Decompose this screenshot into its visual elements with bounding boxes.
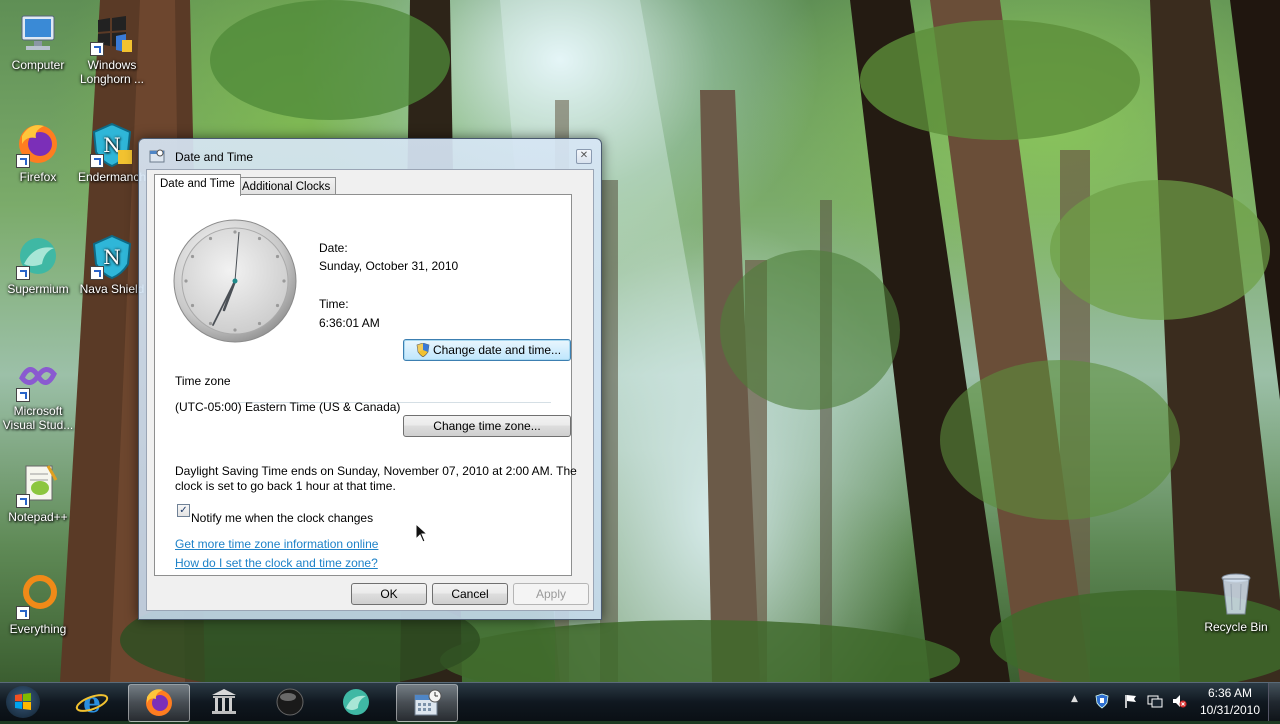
security-shield-icon[interactable] bbox=[1094, 693, 1110, 709]
taskbar-firefox[interactable] bbox=[128, 684, 190, 722]
desktop-icon-label: Supermium bbox=[7, 282, 69, 296]
date-value: Sunday, October 31, 2010 bbox=[319, 259, 459, 273]
desktop-icon-label: Microsoft Visual Stud... bbox=[2, 404, 74, 432]
date-and-time-dialog: Date and Time ✕ Date and Time Additional… bbox=[138, 138, 602, 620]
time-zone-heading: Time zone bbox=[175, 374, 231, 388]
taskbar-media-player[interactable] bbox=[260, 684, 320, 720]
show-hidden-icons-button[interactable]: ▲ bbox=[1071, 694, 1078, 704]
everything-search-icon bbox=[14, 574, 62, 620]
taskbar-libraries[interactable] bbox=[194, 684, 254, 720]
notepad-plus-plus-icon bbox=[14, 462, 62, 508]
desktop-icon-windows-longhorn[interactable]: Windows Longhorn ... bbox=[74, 10, 150, 86]
desktop-icon-supermium[interactable]: Supermium bbox=[0, 234, 76, 296]
nava-shield-icon: N bbox=[88, 234, 136, 280]
supermium-icon bbox=[14, 234, 62, 280]
action-center-flag-icon[interactable] bbox=[1123, 693, 1139, 709]
desktop-icon-label: Recycle Bin bbox=[1204, 620, 1268, 634]
time-label: Time: bbox=[319, 297, 349, 311]
mouse-cursor-icon bbox=[415, 523, 429, 543]
dst-info-line-2: clock is set to go back 1 hour at that t… bbox=[175, 479, 396, 493]
windows-logo-icon bbox=[88, 10, 136, 56]
supermium-icon bbox=[343, 689, 369, 715]
firefox-icon bbox=[14, 122, 62, 168]
taskbar-supermium[interactable] bbox=[326, 684, 386, 720]
analog-clock bbox=[173, 219, 297, 343]
network-icon[interactable] bbox=[1147, 693, 1163, 709]
desktop-icon-label: Windows Longhorn ... bbox=[79, 58, 145, 86]
firefox-icon bbox=[146, 689, 172, 716]
set-clock-help-link[interactable]: How do I set the clock and time zone? bbox=[175, 556, 378, 570]
date-time-icon bbox=[414, 689, 442, 716]
ok-button[interactable]: OK bbox=[351, 583, 427, 605]
start-button[interactable] bbox=[6, 686, 40, 718]
taskbar-clock-time[interactable]: 6:36 AM bbox=[1197, 686, 1263, 700]
tab-date-and-time[interactable]: Date and Time bbox=[154, 174, 241, 196]
desktop-icon-label: Firefox bbox=[19, 170, 57, 184]
desktop-icon-computer[interactable]: Computer bbox=[0, 10, 76, 72]
library-icon bbox=[212, 689, 236, 714]
time-value: 6:36:01 AM bbox=[319, 316, 380, 330]
computer-icon bbox=[14, 10, 62, 56]
recycle-bin-icon bbox=[1212, 572, 1260, 618]
change-date-and-time-button[interactable]: Change date and time... bbox=[403, 339, 571, 361]
cancel-button[interactable]: Cancel bbox=[432, 583, 508, 605]
notify-checkbox[interactable]: ✓ bbox=[177, 504, 190, 517]
endermanch-shield-icon: N bbox=[88, 122, 136, 168]
notify-checkbox-label[interactable]: Notify me when the clock changes bbox=[191, 511, 373, 525]
svg-text:N: N bbox=[103, 245, 121, 269]
taskbar-clock-date[interactable]: 10/31/2010 bbox=[1193, 703, 1267, 717]
more-time-zone-info-link[interactable]: Get more time zone information online bbox=[175, 537, 378, 551]
taskbar: e ▲ 6:36 AM 10/31/2010 bbox=[0, 682, 1280, 722]
desktop-icon-recycle-bin[interactable]: Recycle Bin bbox=[1198, 572, 1274, 634]
dialog-client-area: Date and Time Additional Clocks Date: Su… bbox=[146, 169, 594, 611]
svg-text:e: e bbox=[83, 686, 101, 719]
desktop-icon-visual-studio[interactable]: Microsoft Visual Stud... bbox=[0, 356, 76, 432]
apply-button[interactable]: Apply bbox=[513, 583, 589, 605]
windows-start-icon bbox=[15, 693, 31, 710]
change-time-zone-button[interactable]: Change time zone... bbox=[403, 415, 571, 437]
date-time-title-icon bbox=[149, 149, 165, 163]
show-desktop-button[interactable] bbox=[1268, 683, 1280, 721]
media-orb-icon bbox=[276, 688, 304, 716]
dst-info-line-1: Daylight Saving Time ends on Sunday, Nov… bbox=[175, 464, 577, 478]
desktop-icon-label: Computer bbox=[11, 58, 65, 72]
desktop-icon-label: Everything bbox=[9, 622, 67, 636]
desktop-icon-everything[interactable]: Everything bbox=[0, 574, 76, 636]
title-bar[interactable]: Date and Time ✕ bbox=[139, 139, 601, 171]
visual-studio-icon bbox=[14, 356, 62, 402]
date-label: Date: bbox=[319, 241, 348, 255]
taskbar-internet-explorer[interactable]: e bbox=[62, 684, 122, 720]
tab-panel-date-and-time: Date: Sunday, October 31, 2010 Time: 6:3… bbox=[154, 194, 577, 576]
internet-explorer-icon: e bbox=[75, 686, 109, 719]
desktop-icon-firefox[interactable]: Firefox bbox=[0, 122, 76, 184]
taskbar-date-and-time[interactable] bbox=[396, 684, 458, 722]
dialog-title: Date and Time bbox=[175, 150, 254, 164]
close-button[interactable]: ✕ bbox=[576, 149, 592, 164]
desktop-icon-label: Notepad++ bbox=[8, 510, 68, 524]
volume-muted-icon[interactable] bbox=[1171, 693, 1187, 709]
time-zone-value: (UTC-05:00) Eastern Time (US & Canada) bbox=[175, 400, 401, 414]
uac-shield-icon bbox=[416, 343, 430, 357]
close-icon: ✕ bbox=[579, 150, 589, 161]
change-date-and-time-label: Change date and time... bbox=[432, 343, 562, 357]
desktop-icon-notepad-plus-plus[interactable]: Notepad++ bbox=[0, 462, 76, 524]
